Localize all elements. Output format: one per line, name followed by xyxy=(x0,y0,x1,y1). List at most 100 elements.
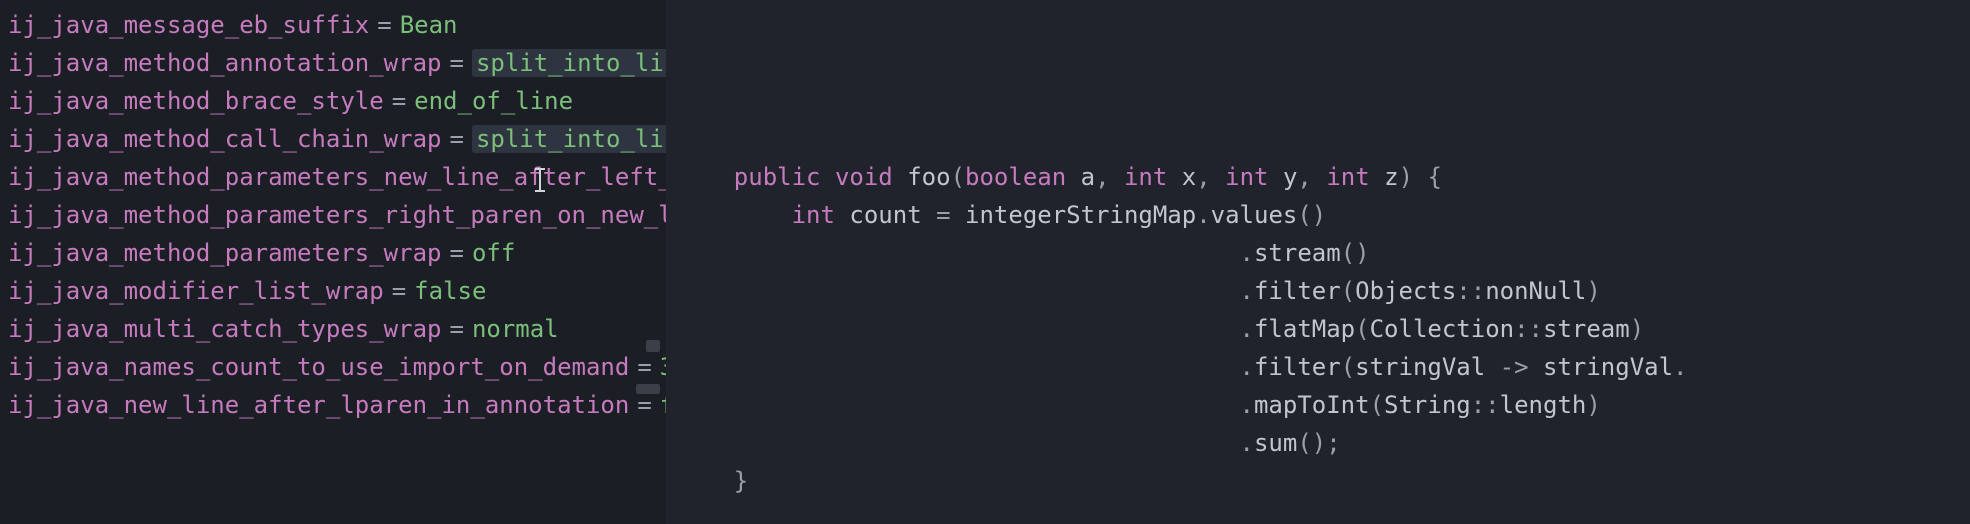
code-token-id: stream xyxy=(1543,315,1630,343)
code-token-id: a xyxy=(1081,163,1095,191)
code-token-punct: ( xyxy=(1370,391,1384,419)
config-value: end_of_line xyxy=(414,87,573,115)
code-line[interactable]: .mapToInt(String::length) xyxy=(676,386,1962,424)
config-line[interactable]: ij_java_new_line_after_lparen_in_annotat… xyxy=(8,386,658,424)
config-line[interactable]: ij_java_message_eb_suffix=Bean xyxy=(8,6,658,44)
code-token-punct: . xyxy=(1240,429,1254,457)
code-token-kw: int xyxy=(1124,163,1167,191)
code-token-fn: stream xyxy=(1254,239,1341,267)
config-line[interactable]: ij_java_method_call_chain_wrap=split_int… xyxy=(8,120,658,158)
config-key: ij_java_message_eb_suffix xyxy=(8,11,369,39)
code-line[interactable]: .sum(); xyxy=(676,424,1962,462)
equals-sign: = xyxy=(384,277,414,305)
code-token-punct: (); xyxy=(1297,429,1340,457)
code-token-id: nonNull xyxy=(1485,277,1586,305)
code-token-kw: int xyxy=(1225,163,1268,191)
config-key: ij_java_method_annotation_wrap xyxy=(8,49,441,77)
config-editor[interactable]: ij_java_message_eb_suffix=Beanij_java_me… xyxy=(0,0,666,524)
config-value: split_into_lines xyxy=(472,125,666,153)
code-token-punct: :: xyxy=(1514,315,1543,343)
code-token-punct: ( xyxy=(1341,353,1355,381)
config-key: ij_java_method_parameters_new_line_after… xyxy=(8,163,666,191)
code-token-punct: , xyxy=(1095,163,1124,191)
code-token-punct: } xyxy=(734,467,748,495)
code-token-punct: = xyxy=(936,201,965,229)
code-line[interactable]: .filter(Objects::nonNull) xyxy=(676,272,1962,310)
code-token-id: x xyxy=(1182,163,1196,191)
code-token-kw: int xyxy=(792,201,835,229)
code-token-punct: ) { xyxy=(1399,163,1442,191)
equals-sign: = xyxy=(441,49,471,77)
code-token-punct: :: xyxy=(1471,391,1500,419)
code-line[interactable]: } xyxy=(676,462,1962,500)
code-line[interactable]: public void foo(boolean a, int x, int y,… xyxy=(676,158,1962,196)
config-key: ij_java_names_count_to_use_import_on_dem… xyxy=(8,353,629,381)
code-token-fn: flatMap xyxy=(1254,315,1355,343)
config-line[interactable]: ij_java_method_annotation_wrap=split_int… xyxy=(8,44,658,82)
code-line[interactable]: int count = integerStringMap.values() xyxy=(676,196,1962,234)
equals-sign: = xyxy=(629,353,659,381)
code-line[interactable]: .stream() xyxy=(676,234,1962,272)
config-key: ij_java_modifier_list_wrap xyxy=(8,277,384,305)
config-key: ij_java_method_parameters_wrap xyxy=(8,239,441,267)
config-line[interactable]: ij_java_method_parameters_new_line_after… xyxy=(8,158,658,196)
config-line[interactable]: ij_java_method_brace_style=end_of_line xyxy=(8,82,658,120)
code-token-type: String xyxy=(1384,391,1471,419)
code-token-id: stringVal xyxy=(1543,353,1673,381)
config-key: ij_java_method_parameters_right_paren_on… xyxy=(8,201,666,229)
code-token-type: Collection xyxy=(1370,315,1515,343)
code-token-kw: public xyxy=(734,163,821,191)
config-value: off xyxy=(472,239,515,267)
code-token-punct: . xyxy=(1240,353,1254,381)
config-line[interactable]: ij_java_method_parameters_right_paren_on… xyxy=(8,196,658,234)
code-token-fn: foo xyxy=(907,163,950,191)
code-token-punct: . xyxy=(1240,315,1254,343)
code-token-type: Objects xyxy=(1355,277,1456,305)
config-value: false xyxy=(414,277,486,305)
code-token-punct: ) xyxy=(1586,277,1600,305)
code-line[interactable]: .flatMap(Collection::stream) xyxy=(676,310,1962,348)
code-token-fn: filter xyxy=(1254,353,1341,381)
code-token-id: length xyxy=(1500,391,1587,419)
code-token-punct: , xyxy=(1297,163,1326,191)
code-token-id: count xyxy=(849,201,921,229)
code-line[interactable]: .filter(stringVal -> stringVal. xyxy=(676,348,1962,386)
code-token-fn: mapToInt xyxy=(1254,391,1370,419)
code-token-id: y xyxy=(1283,163,1297,191)
config-value: split_into_lines xyxy=(472,49,666,77)
code-token-punct: ( xyxy=(951,163,965,191)
equals-sign: = xyxy=(629,391,659,419)
code-token-punct: -> xyxy=(1500,353,1543,381)
config-value: normal xyxy=(472,315,559,343)
equals-sign: = xyxy=(441,239,471,267)
code-preview-editor[interactable]: public void foo(boolean a, int x, int y,… xyxy=(666,0,1970,524)
minimap-mark xyxy=(636,384,660,394)
code-token-punct: ) xyxy=(1630,315,1644,343)
code-token-punct: . xyxy=(1240,239,1254,267)
config-key: ij_java_method_brace_style xyxy=(8,87,384,115)
config-line[interactable]: ij_java_multi_catch_types_wrap=normal xyxy=(8,310,658,348)
config-line[interactable]: ij_java_method_parameters_wrap=off xyxy=(8,234,658,272)
current-line-highlight xyxy=(666,121,1970,161)
code-token-punct: . xyxy=(1196,201,1210,229)
code-token-punct: :: xyxy=(1456,277,1485,305)
code-token-punct: , xyxy=(1196,163,1225,191)
code-token-punct: () xyxy=(1341,239,1370,267)
code-token-kw: int xyxy=(1326,163,1369,191)
code-token-id: stringVal xyxy=(1355,353,1485,381)
equals-sign: = xyxy=(384,87,414,115)
code-token-punct: . xyxy=(1673,353,1687,381)
code-token-punct: . xyxy=(1240,277,1254,305)
equals-sign: = xyxy=(369,11,399,39)
code-token-fn: filter xyxy=(1254,277,1341,305)
config-key: ij_java_multi_catch_types_wrap xyxy=(8,315,441,343)
config-line[interactable]: ij_java_modifier_list_wrap=false xyxy=(8,272,658,310)
code-token-kw: boolean xyxy=(965,163,1066,191)
code-token-id: z xyxy=(1384,163,1398,191)
code-token-kw: void xyxy=(835,163,893,191)
config-line[interactable]: ij_java_names_count_to_use_import_on_dem… xyxy=(8,348,658,386)
code-token-fn: sum xyxy=(1254,429,1297,457)
config-key: ij_java_new_line_after_lparen_in_annotat… xyxy=(8,391,629,419)
code-token-punct: ( xyxy=(1355,315,1369,343)
code-token-punct: ) xyxy=(1586,391,1600,419)
